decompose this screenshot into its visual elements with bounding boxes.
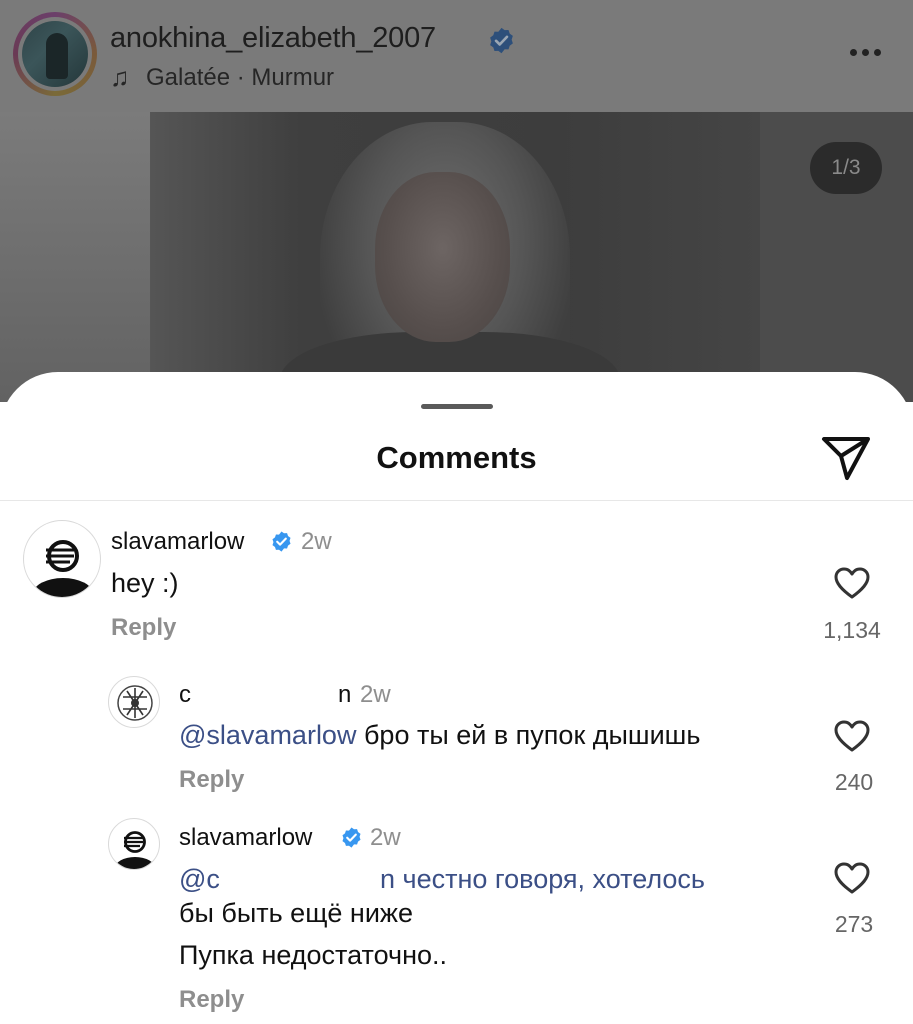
audio-track-label[interactable]: Galatée · Murmur — [146, 64, 334, 92]
reply-button[interactable]: Reply — [179, 986, 244, 1014]
comment-time: 2w — [370, 824, 401, 851]
verified-icon — [490, 27, 513, 54]
slavamarlow-logo-icon — [115, 831, 155, 869]
comment-body-line1: n честно говоря, хотелось — [380, 864, 705, 895]
post-username[interactable]: anokhina_elizabeth_2007 — [110, 22, 436, 55]
mention-link-end: n честно говоря, хотелось — [380, 864, 706, 894]
post-image[interactable]: 1/3 — [0, 112, 913, 402]
reply-comment-item: slavamarlow 2w @c n честно говоря, хотел… — [0, 372, 913, 1024]
post-author-avatar[interactable] — [22, 21, 88, 87]
post-header: anokhina_elizabeth_2007 ♫ Galatée · Murm… — [0, 0, 913, 112]
carousel-page-indicator: 1/3 — [810, 142, 882, 194]
verified-icon — [342, 827, 361, 848]
commenter-avatar[interactable] — [108, 818, 160, 870]
like-count: 273 — [834, 911, 874, 937]
music-note-icon: ♫ — [110, 62, 130, 92]
comment-body-line3: Пупка недостаточно.. — [179, 940, 448, 970]
more-options-icon[interactable] — [846, 48, 886, 58]
story-ring[interactable] — [13, 12, 97, 96]
comment-body-line2: бы быть ещё ниже — [179, 898, 413, 928]
heart-icon[interactable] — [833, 861, 871, 895]
mention-link[interactable]: @c — [179, 864, 220, 895]
comment-username[interactable]: slavamarlow — [179, 824, 312, 852]
comments-sheet: Comments slavamarlow 2w hey :) Reply 1,1… — [0, 372, 913, 1024]
